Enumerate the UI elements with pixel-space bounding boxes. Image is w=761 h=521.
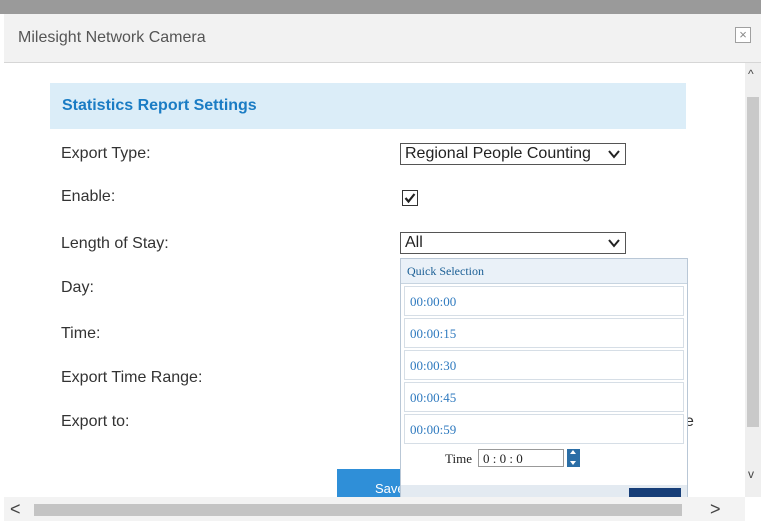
horizontal-scrollbar[interactable]: < >: [4, 497, 745, 521]
time-row-label: Time: [445, 451, 472, 466]
export-type-select[interactable]: Regional People Counting: [400, 143, 626, 165]
time-label: Time:: [61, 325, 101, 342]
spinner-down-icon: [570, 461, 576, 465]
scroll-down-icon[interactable]: v: [748, 467, 754, 481]
window-top-bar: [0, 0, 761, 14]
spinner-up-icon: [570, 450, 576, 454]
scroll-up-icon[interactable]: ^: [748, 67, 754, 81]
chevron-down-icon: [607, 144, 621, 169]
export-type-value: Regional People Counting: [405, 145, 591, 162]
window-titlebar: Milesight Network Camera ×: [4, 14, 761, 63]
export-to-label: Export to:: [61, 413, 130, 430]
quick-option[interactable]: 00:00:30: [404, 350, 684, 380]
quick-option[interactable]: 00:00:15: [404, 318, 684, 348]
enable-checkbox[interactable]: [402, 190, 418, 206]
checkmark-icon: [404, 193, 416, 204]
enable-label: Enable:: [61, 188, 116, 205]
quick-selection-header: Quick Selection: [401, 259, 687, 284]
length-of-stay-value: All: [405, 234, 423, 251]
export-time-range-label: Export Time Range:: [61, 369, 203, 386]
vertical-scroll-thumb[interactable]: [747, 97, 759, 427]
vertical-scrollbar[interactable]: ^ v: [745, 63, 761, 497]
scroll-left-icon[interactable]: <: [10, 499, 21, 520]
time-input[interactable]: 0 : 0 : 0: [478, 449, 564, 467]
save-button[interactable]: Save: [337, 469, 407, 497]
quick-option[interactable]: 00:00:59: [404, 414, 684, 444]
close-icon[interactable]: ×: [735, 27, 751, 43]
time-spinner[interactable]: [567, 449, 580, 467]
scroll-right-icon[interactable]: >: [710, 499, 721, 520]
length-of-stay-label: Length of Stay:: [61, 235, 169, 252]
length-of-stay-select[interactable]: All: [400, 232, 626, 254]
window-title: Milesight Network Camera: [18, 29, 206, 46]
day-label: Day:: [61, 279, 94, 296]
quick-selection-dropdown: Quick Selection 00:00:00 00:00:15 00:00:…: [400, 258, 688, 497]
quick-option[interactable]: 00:00:45: [404, 382, 684, 412]
dropdown-footer: [401, 485, 687, 497]
quick-option[interactable]: 00:00:00: [404, 286, 684, 316]
export-type-label: Export Type:: [61, 145, 151, 162]
horizontal-scroll-thumb[interactable]: [34, 504, 682, 516]
section-header: Statistics Report Settings: [50, 83, 686, 129]
time-row: Time 0 : 0 : 0: [401, 446, 687, 472]
ok-button[interactable]: [629, 488, 681, 497]
chevron-down-icon: [607, 233, 621, 258]
section-title: Statistics Report Settings: [62, 97, 257, 114]
dialog-content: Statistics Report Settings Export Type: …: [4, 63, 745, 497]
